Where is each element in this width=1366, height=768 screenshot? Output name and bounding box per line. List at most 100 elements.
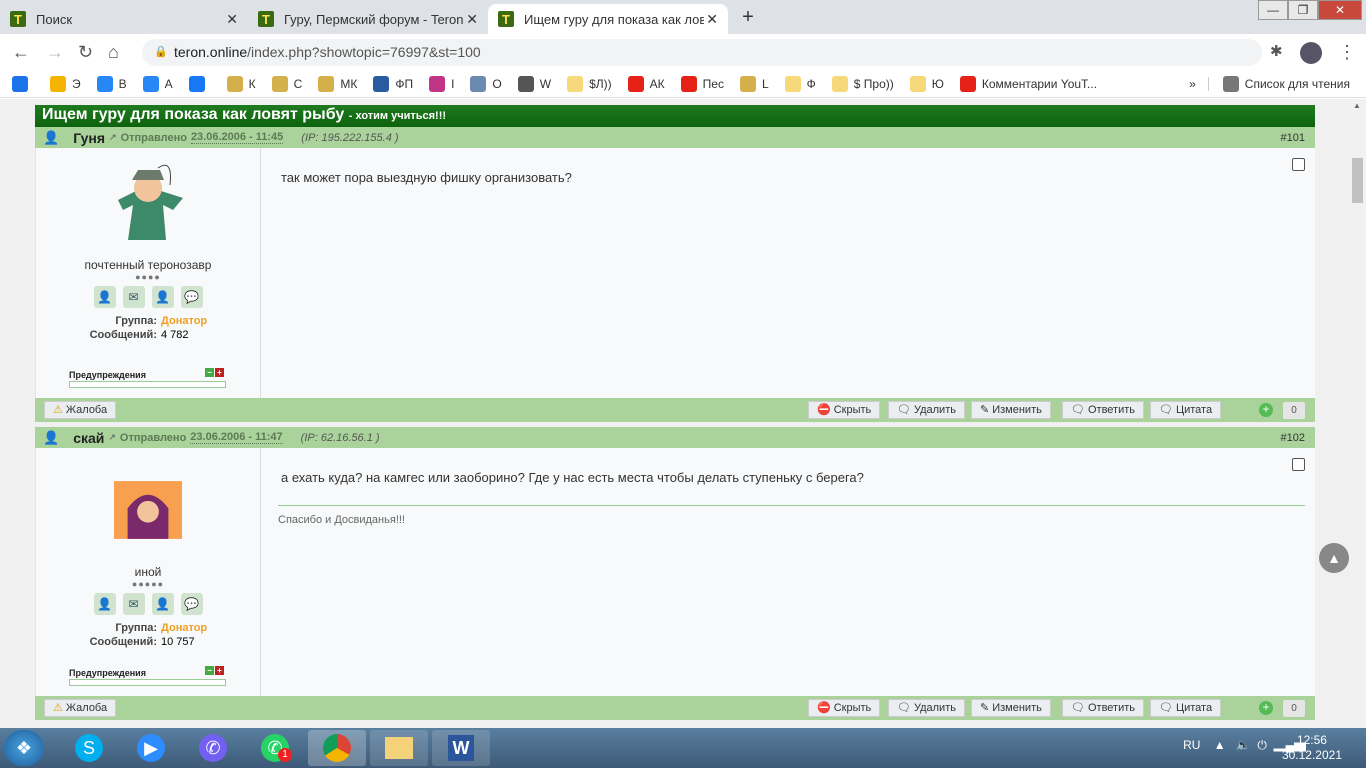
bookmark-item[interactable]: I bbox=[429, 75, 454, 92]
bookmark-item[interactable]: Ф bbox=[784, 75, 816, 92]
tab-current-topic[interactable]: Т Ищем гуру для показа как ловят ✕ bbox=[488, 4, 728, 34]
url-path: /index.php?showtopic=76997&st=100 bbox=[247, 44, 481, 60]
complaint-button[interactable]: ⚠ Жалоба bbox=[44, 699, 117, 717]
bookmark-label: Э bbox=[72, 76, 81, 91]
increase-warning-icon[interactable]: + bbox=[215, 368, 224, 377]
rate-up-icon[interactable]: + bbox=[1259, 701, 1273, 715]
bookmark-item[interactable]: L bbox=[739, 75, 769, 92]
bookmark-item[interactable]: В bbox=[96, 75, 127, 92]
whatsapp-icon[interactable]: ✆ 1 bbox=[246, 730, 304, 766]
new-tab-button[interactable]: + bbox=[736, 6, 760, 30]
bookmark-item[interactable]: ФП bbox=[373, 75, 413, 92]
bookmark-item[interactable]: Пес bbox=[680, 75, 724, 92]
clock[interactable]: 12:56 30.12.2021 bbox=[1282, 733, 1342, 763]
forum-post: 👤 Гуня ↗ Отправлено 23.06.2006 - 11:45 (… bbox=[35, 127, 1315, 422]
add-contact-icon[interactable]: 👤 bbox=[151, 593, 174, 615]
bookmark-item[interactable]: МК bbox=[318, 75, 357, 92]
quote-button[interactable]: 🗨 Цитата bbox=[1150, 699, 1222, 717]
delete-button[interactable]: 🗨 Удалить bbox=[888, 699, 965, 717]
scrollbar-thumb[interactable] bbox=[1352, 158, 1363, 203]
bookmark-label: А bbox=[164, 76, 173, 91]
forward-icon[interactable]: → bbox=[46, 42, 64, 63]
select-post-checkbox[interactable] bbox=[1292, 158, 1305, 171]
zoom-icon[interactable]: ▶ bbox=[122, 730, 180, 766]
back-icon[interactable]: ← bbox=[12, 42, 30, 63]
bookmark-item[interactable]: АК bbox=[627, 75, 665, 92]
bookmark-item[interactable]: $Л)) bbox=[567, 75, 612, 92]
bookmark-item[interactable]: W bbox=[517, 75, 551, 92]
edit-button[interactable]: ✎ Изменить bbox=[971, 401, 1051, 419]
volume-icon[interactable]: 🔈 bbox=[1236, 738, 1251, 752]
bookmark-item[interactable]: Комментарии YouT... bbox=[959, 75, 1097, 92]
add-contact-icon[interactable]: 👤 bbox=[151, 286, 174, 308]
chrome-icon[interactable] bbox=[308, 730, 366, 766]
viber-icon[interactable]: ✆ bbox=[184, 730, 242, 766]
bookmark-item[interactable]: К bbox=[226, 75, 256, 92]
reply-button[interactable]: 🗨 Ответить bbox=[1062, 401, 1144, 419]
bookmark-item[interactable]: О bbox=[470, 75, 502, 92]
user-icon: 👤 bbox=[43, 129, 60, 145]
word-icon[interactable]: W bbox=[432, 730, 490, 766]
add-friend-icon[interactable]: 👤 bbox=[93, 593, 116, 615]
power-icon[interactable]: ⏻ bbox=[1257, 738, 1267, 752]
tab-search[interactable]: Т Поиск ✕ bbox=[0, 4, 248, 34]
bookmark-item[interactable]: Э bbox=[50, 75, 81, 92]
bookmark-item[interactable]: $ Про)) bbox=[831, 75, 894, 92]
close-window-button[interactable]: ✕ bbox=[1318, 0, 1362, 20]
post-author[interactable]: Гуня bbox=[73, 130, 105, 146]
send-message-icon[interactable]: ✉ bbox=[122, 286, 145, 308]
post-text: так может пора выездную фишку организова… bbox=[281, 170, 572, 185]
more-bookmarks-button[interactable]: » bbox=[1189, 76, 1209, 91]
increase-warning-icon[interactable]: + bbox=[215, 666, 224, 675]
edit-button[interactable]: ✎ Изменить bbox=[971, 699, 1051, 717]
reading-list-button[interactable]: Список для чтения bbox=[1245, 77, 1350, 91]
reply-button[interactable]: 🗨 Ответить bbox=[1062, 699, 1144, 717]
close-icon[interactable]: ✕ bbox=[466, 11, 478, 28]
bookmark-item[interactable]: А bbox=[142, 75, 173, 92]
quote-button[interactable]: 🗨 Цитата bbox=[1150, 401, 1222, 419]
menu-icon[interactable]: ⋮ bbox=[1338, 42, 1356, 63]
decrease-warning-icon[interactable]: − bbox=[205, 368, 214, 377]
select-post-checkbox[interactable] bbox=[1292, 458, 1305, 471]
complaint-button[interactable]: ⚠ Жалоба bbox=[44, 401, 117, 419]
address-bar[interactable]: 🔒 teron.online/index.php?showtopic=76997&… bbox=[142, 39, 1262, 66]
reply-comment-icon: 🗨 bbox=[1071, 404, 1085, 416]
add-friend-icon[interactable]: 👤 bbox=[93, 286, 116, 308]
skype-icon[interactable]: S bbox=[60, 730, 118, 766]
post-date[interactable]: 23.06.2006 - 11:47 bbox=[190, 431, 283, 444]
extensions-icon[interactable]: ✱ bbox=[1270, 42, 1283, 60]
rate-up-icon[interactable]: + bbox=[1259, 403, 1273, 417]
delete-button[interactable]: 🗨 Удалить bbox=[888, 401, 965, 419]
reload-icon[interactable]: ↻ bbox=[78, 42, 93, 63]
hide-button[interactable]: ⛔ Скрыть bbox=[808, 401, 881, 419]
decrease-warning-icon[interactable]: − bbox=[205, 666, 214, 675]
close-icon[interactable]: ✕ bbox=[226, 11, 238, 28]
scroll-to-top-button[interactable]: ▲ bbox=[1319, 543, 1349, 573]
post-author[interactable]: скай bbox=[73, 430, 104, 446]
post-number-link[interactable]: #101 bbox=[1281, 132, 1305, 144]
chat-icon[interactable]: 💬 bbox=[180, 286, 203, 308]
bookmark-label: L bbox=[761, 76, 769, 91]
edit-pencil-icon: ✎ bbox=[980, 702, 990, 714]
bookmark-item[interactable]: С bbox=[271, 75, 302, 92]
language-indicator[interactable]: RU bbox=[1183, 738, 1200, 752]
post-number-link[interactable]: #102 bbox=[1281, 432, 1305, 444]
bookmark-item[interactable]: Ю bbox=[909, 75, 944, 92]
avatar[interactable] bbox=[1300, 42, 1322, 64]
post-date[interactable]: 23.06.2006 - 11:45 bbox=[190, 131, 284, 144]
maximize-button[interactable]: ❐ bbox=[1288, 0, 1318, 20]
file-explorer-icon[interactable] bbox=[370, 730, 428, 766]
close-icon[interactable]: ✕ bbox=[706, 11, 718, 28]
chat-icon[interactable]: 💬 bbox=[180, 593, 203, 615]
bookmark-item[interactable] bbox=[188, 75, 211, 92]
show-hidden-icon[interactable]: ▲ bbox=[1214, 738, 1226, 752]
start-button[interactable]: ❖ bbox=[4, 730, 44, 766]
post-ip: 195.222.155.4 bbox=[321, 131, 392, 144]
minimize-button[interactable]: — bbox=[1258, 0, 1288, 20]
hide-button[interactable]: ⛔ Скрыть bbox=[808, 699, 881, 717]
send-message-icon[interactable]: ✉ bbox=[122, 593, 145, 615]
bookmark-item[interactable] bbox=[12, 75, 34, 92]
tab-guru-forum[interactable]: Т Гуру, Пермский форум - Teron.o ✕ bbox=[248, 4, 488, 34]
home-icon[interactable]: ⌂ bbox=[108, 42, 119, 63]
teron-favicon: Т bbox=[258, 11, 274, 27]
